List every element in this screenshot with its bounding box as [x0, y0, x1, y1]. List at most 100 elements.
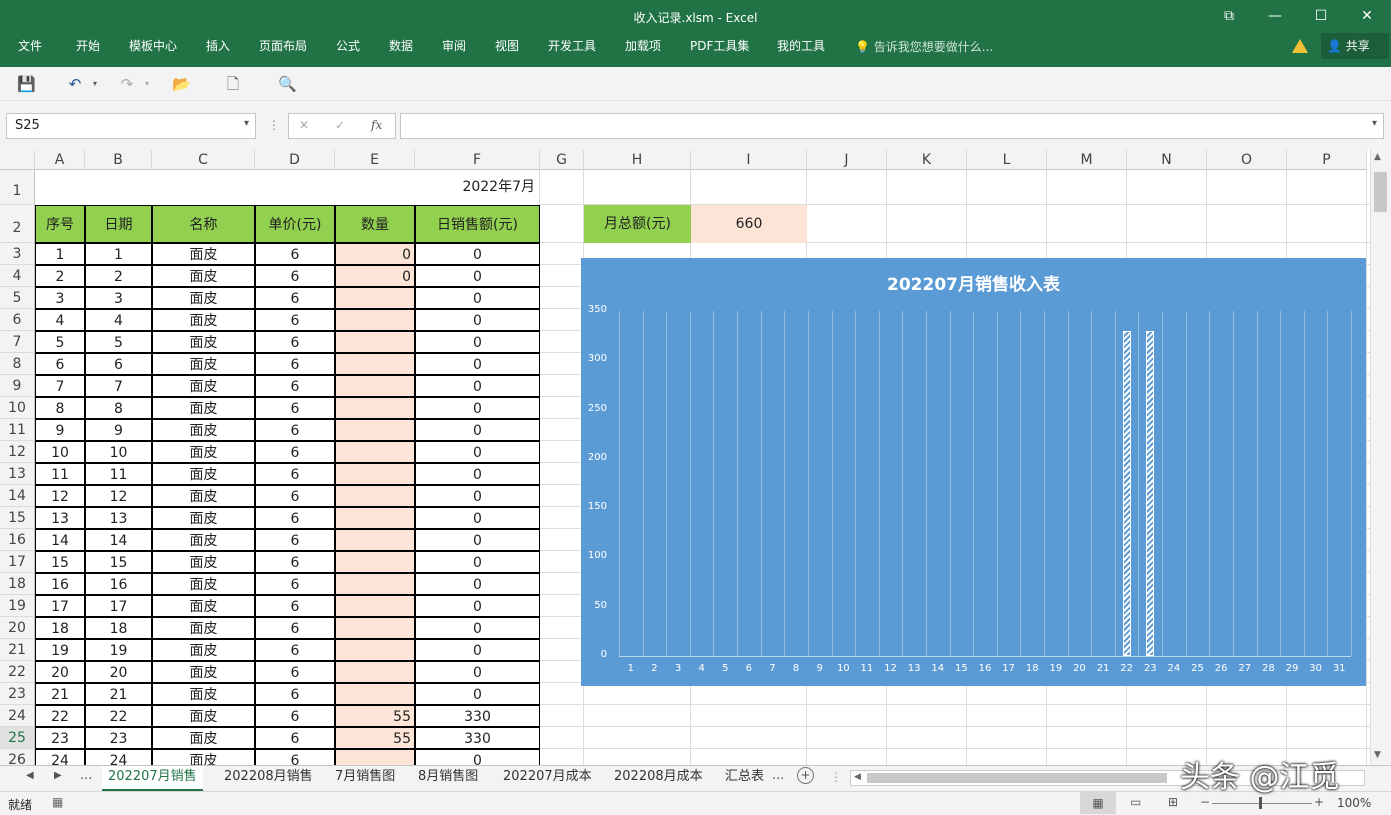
table-header-cell[interactable]: 序号: [35, 205, 85, 243]
qty-cell[interactable]: [335, 595, 415, 617]
date-cell[interactable]: 18: [85, 617, 152, 639]
qty-cell[interactable]: [335, 287, 415, 309]
daily-sales-cell[interactable]: 0: [415, 749, 540, 765]
qty-cell[interactable]: [335, 507, 415, 529]
chart-bar[interactable]: [1122, 330, 1131, 656]
name-cell[interactable]: 面皮: [152, 331, 255, 353]
seq-cell[interactable]: 9: [35, 419, 85, 441]
date-cell[interactable]: 17: [85, 595, 152, 617]
price-cell[interactable]: 6: [255, 463, 335, 485]
qty-cell[interactable]: [335, 353, 415, 375]
scroll-thumb[interactable]: [1374, 172, 1387, 212]
more-sheets-right[interactable]: ...: [772, 768, 784, 783]
price-cell[interactable]: 6: [255, 749, 335, 765]
qty-cell[interactable]: 55: [335, 727, 415, 749]
scroll-down-icon[interactable]: ▼: [1374, 750, 1381, 760]
price-cell[interactable]: 6: [255, 639, 335, 661]
ribbon-display-icon[interactable]: ⧉: [1206, 0, 1252, 33]
qty-cell[interactable]: [335, 573, 415, 595]
name-cell[interactable]: 面皮: [152, 661, 255, 683]
date-cell[interactable]: 6: [85, 353, 152, 375]
column-header[interactable]: C: [152, 150, 255, 170]
sheet-tab[interactable]: 汇总表: [719, 766, 770, 791]
daily-sales-cell[interactable]: 0: [415, 661, 540, 683]
name-cell[interactable]: 面皮: [152, 309, 255, 331]
date-cell[interactable]: 10: [85, 441, 152, 463]
name-cell[interactable]: 面皮: [152, 265, 255, 287]
row-header[interactable]: 9: [0, 375, 35, 397]
qty-cell[interactable]: 0: [335, 243, 415, 265]
table-header-cell[interactable]: 单价(元): [255, 205, 335, 243]
price-cell[interactable]: 6: [255, 573, 335, 595]
menu-item-12[interactable]: 我的工具: [777, 38, 825, 54]
date-cell[interactable]: 23: [85, 727, 152, 749]
price-cell[interactable]: 6: [255, 419, 335, 441]
row-header[interactable]: 4: [0, 265, 35, 287]
page-layout-icon[interactable]: ▭: [1130, 795, 1141, 809]
row-header[interactable]: 22: [0, 661, 35, 683]
seq-cell[interactable]: 1: [35, 243, 85, 265]
daily-sales-cell[interactable]: 0: [415, 573, 540, 595]
prev-sheet-icon[interactable]: ◀: [26, 770, 34, 781]
formula-input[interactable]: ▾: [400, 113, 1384, 139]
qty-cell[interactable]: [335, 419, 415, 441]
undo-dropdown-icon[interactable]: ▾: [86, 75, 104, 93]
column-header[interactable]: G: [540, 150, 584, 170]
daily-sales-cell[interactable]: 0: [415, 287, 540, 309]
seq-cell[interactable]: 11: [35, 463, 85, 485]
sales-chart[interactable]: 202207月销售收入表 0 50 100 150 200 250 300 350 1 2 3 4 5 6…: [581, 258, 1366, 686]
seq-cell[interactable]: 10: [35, 441, 85, 463]
qty-cell[interactable]: [335, 617, 415, 639]
seq-cell[interactable]: 18: [35, 617, 85, 639]
insert-function-icon[interactable]: fx: [371, 118, 382, 132]
select-all-corner[interactable]: [0, 150, 35, 170]
qty-cell[interactable]: [335, 331, 415, 353]
normal-view-icon[interactable]: ▦: [1080, 792, 1116, 814]
sheet-tab[interactable]: 202207月成本: [497, 766, 598, 791]
price-cell[interactable]: 6: [255, 441, 335, 463]
date-cell[interactable]: 20: [85, 661, 152, 683]
daily-sales-cell[interactable]: 0: [415, 243, 540, 265]
open-folder-icon[interactable]: 📂: [172, 75, 191, 93]
price-cell[interactable]: 6: [255, 727, 335, 749]
enter-icon[interactable]: ✓: [335, 118, 345, 132]
name-cell[interactable]: 面皮: [152, 617, 255, 639]
menu-item-0[interactable]: 文件: [18, 38, 42, 54]
name-cell[interactable]: 面皮: [152, 749, 255, 765]
column-header[interactable]: O: [1207, 150, 1287, 170]
daily-sales-cell[interactable]: 0: [415, 331, 540, 353]
price-cell[interactable]: 6: [255, 265, 335, 287]
date-cell[interactable]: 7: [85, 375, 152, 397]
date-cell[interactable]: 15: [85, 551, 152, 573]
date-cell[interactable]: 16: [85, 573, 152, 595]
row-header[interactable]: 23: [0, 683, 35, 705]
column-header[interactable]: H: [584, 150, 691, 170]
date-cell[interactable]: 4: [85, 309, 152, 331]
row-header[interactable]: 26: [0, 749, 35, 765]
date-cell[interactable]: 24: [85, 749, 152, 765]
share-button[interactable]: 👤 共享: [1321, 33, 1389, 59]
seq-cell[interactable]: 12: [35, 485, 85, 507]
date-cell[interactable]: 3: [85, 287, 152, 309]
page-break-icon[interactable]: ⊞: [1168, 795, 1178, 809]
daily-sales-cell[interactable]: 0: [415, 419, 540, 441]
seq-cell[interactable]: 4: [35, 309, 85, 331]
name-box-dropdown-icon[interactable]: ▾: [244, 118, 249, 129]
date-cell[interactable]: 11: [85, 463, 152, 485]
price-cell[interactable]: 6: [255, 485, 335, 507]
month-total-value[interactable]: 660: [691, 205, 807, 243]
add-sheet-icon[interactable]: +: [797, 767, 814, 784]
seq-cell[interactable]: 20: [35, 661, 85, 683]
daily-sales-cell[interactable]: 0: [415, 617, 540, 639]
daily-sales-cell[interactable]: 0: [415, 309, 540, 331]
seq-cell[interactable]: 2: [35, 265, 85, 287]
price-cell[interactable]: 6: [255, 529, 335, 551]
worksheet-grid[interactable]: ABCDEFGHIJKLMNOP 1 2 3 4 5 6 7 8 9 10 11 12 13 14 15 16…: [0, 150, 1370, 765]
row-header[interactable]: 18: [0, 573, 35, 595]
name-cell[interactable]: 面皮: [152, 441, 255, 463]
menu-item-11[interactable]: PDF工具集: [690, 38, 749, 54]
name-cell[interactable]: 面皮: [152, 485, 255, 507]
row-header[interactable]: 8: [0, 353, 35, 375]
maximize-button[interactable]: ☐: [1298, 0, 1344, 33]
qty-cell[interactable]: [335, 463, 415, 485]
